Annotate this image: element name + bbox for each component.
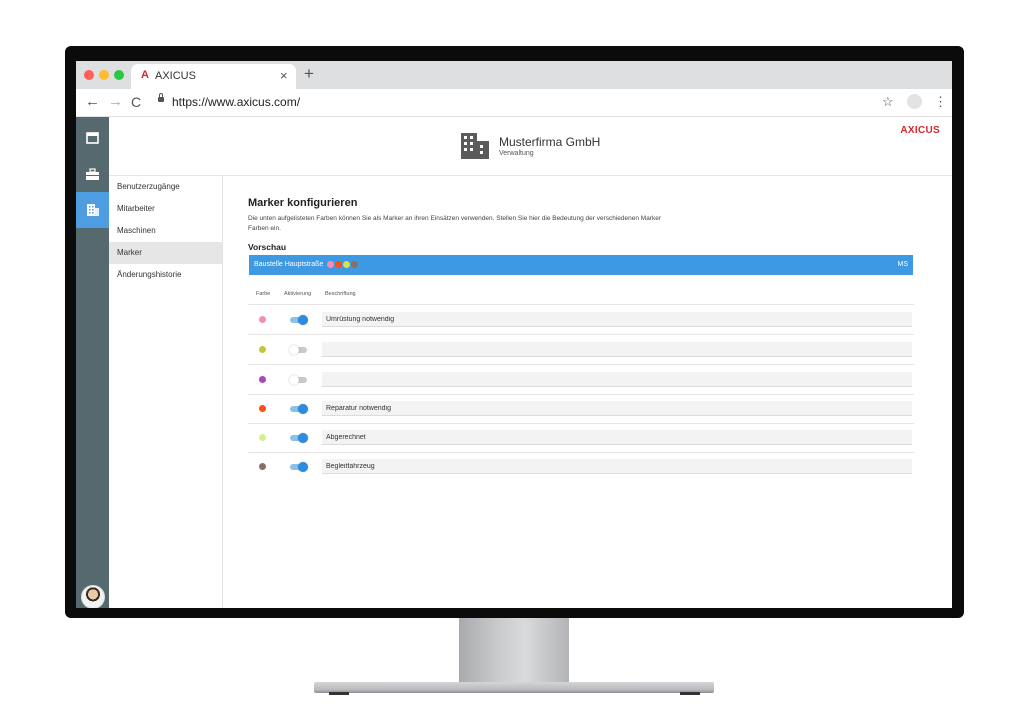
marker-row	[248, 452, 914, 481]
toggle-knob	[298, 404, 308, 414]
profile-avatar-icon[interactable]	[907, 94, 922, 109]
toggle-knob	[298, 462, 308, 472]
monitor-foot-left	[329, 692, 349, 695]
preview-title: Baustelle Hauptstraße	[254, 261, 324, 268]
marker-toggle[interactable]	[290, 404, 308, 414]
app-header: Musterfirma GmbH Verwaltung AXICUS	[109, 117, 952, 176]
marker-label-input[interactable]	[322, 372, 912, 387]
lock-icon	[158, 93, 164, 102]
marker-color-swatch	[259, 405, 266, 412]
briefcase-icon	[86, 168, 99, 180]
column-header-label: Beschriftung	[325, 291, 356, 297]
tab-favicon-icon: A	[141, 69, 149, 81]
new-tab-button[interactable]: +	[304, 64, 314, 84]
company-name: Musterfirma GmbH	[499, 135, 601, 149]
preview-dots	[327, 261, 359, 269]
page-title: Marker konfigurieren	[248, 197, 358, 209]
rail-item-calendar[interactable]	[76, 120, 109, 156]
preview-label: Vorschau	[248, 242, 287, 252]
company-subtitle: Verwaltung	[499, 150, 534, 157]
marker-row	[248, 365, 914, 395]
rail-item-briefcase[interactable]	[76, 156, 109, 192]
sidenav-item-aenderungshistorie[interactable]: Änderungshistorie	[109, 264, 222, 286]
marker-row	[248, 423, 914, 453]
toggle-knob	[298, 433, 308, 443]
preview-dot	[343, 261, 350, 268]
company-building-icon	[461, 133, 489, 159]
marker-label-input[interactable]	[322, 430, 912, 445]
browser-tabbar: A AXICUS × +	[76, 61, 952, 89]
user-avatar[interactable]	[81, 585, 105, 608]
building-icon	[87, 204, 99, 216]
screen: A AXICUS × + ← → C https://www.axicus.co…	[76, 61, 952, 608]
marker-toggle[interactable]	[289, 375, 307, 385]
column-header-activation: Aktivierung	[284, 291, 312, 297]
browser-tab-axicus[interactable]: A AXICUS ×	[131, 64, 296, 89]
tab-title: AXICUS	[155, 70, 196, 82]
marker-toggle[interactable]	[289, 345, 307, 355]
marker-color-swatch	[259, 434, 266, 441]
preview-dot	[327, 261, 334, 268]
marker-label-input[interactable]	[322, 342, 912, 357]
preview-initials: MS	[897, 261, 909, 268]
marker-row	[248, 394, 914, 424]
marker-color-swatch	[259, 346, 266, 353]
sidenav-item-benutzerzugaenge[interactable]: Benutzerzugänge	[109, 176, 222, 198]
back-button[interactable]: ←	[85, 93, 100, 110]
toggle-knob	[289, 375, 299, 385]
marker-row	[248, 335, 914, 365]
column-header-color: Farbe	[256, 291, 271, 297]
preview-bar: Baustelle Hauptstraße MS	[249, 255, 913, 275]
window-close-button[interactable]	[84, 70, 94, 80]
monitor-stand-neck	[459, 618, 569, 684]
app: Musterfirma GmbH Verwaltung AXICUS Benut…	[76, 117, 952, 608]
toggle-knob	[298, 315, 308, 325]
marker-color-swatch	[259, 316, 266, 323]
monitor-foot-right	[680, 692, 700, 695]
marker-color-swatch	[259, 376, 266, 383]
browser-addressbar: ← → C https://www.axicus.com/ ☆ ⋮	[76, 89, 952, 117]
sidenav-item-marker[interactable]: Marker	[109, 242, 222, 264]
rail-item-building[interactable]	[76, 192, 109, 228]
window-minimize-button[interactable]	[99, 70, 109, 80]
marker-label-input[interactable]	[322, 459, 912, 474]
marker-toggle[interactable]	[290, 315, 308, 325]
browser-menu-icon[interactable]: ⋮	[934, 94, 947, 110]
preview-dot	[335, 261, 342, 268]
marker-label-input[interactable]	[322, 312, 912, 327]
brand-logo: AXICUS	[900, 125, 940, 136]
window-maximize-button[interactable]	[114, 70, 124, 80]
preview-dot	[351, 261, 358, 268]
marker-toggle[interactable]	[290, 433, 308, 443]
toggle-knob	[289, 345, 299, 355]
marker-color-swatch	[259, 463, 266, 470]
tab-close-icon[interactable]: ×	[280, 68, 288, 83]
bookmark-star-icon[interactable]: ☆	[882, 94, 894, 110]
monitor-stand-base	[314, 682, 714, 693]
sidenav-item-maschinen[interactable]: Maschinen	[109, 220, 222, 242]
calendar-icon	[86, 132, 99, 144]
sidenav-item-mitarbeiter[interactable]: Mitarbeiter	[109, 198, 222, 220]
page-description: Die unten aufgelisteten Farben können Si…	[248, 215, 661, 232]
marker-row	[248, 305, 914, 335]
reload-button[interactable]: C	[131, 94, 141, 110]
forward-button[interactable]: →	[108, 93, 123, 110]
marker-label-input[interactable]	[322, 401, 912, 416]
marker-toggle[interactable]	[290, 462, 308, 472]
icon-rail	[76, 117, 109, 608]
settings-sidenav: Benutzerzugänge Mitarbeiter Maschinen Ma…	[109, 176, 223, 608]
url-field[interactable]: https://www.axicus.com/	[172, 95, 300, 109]
